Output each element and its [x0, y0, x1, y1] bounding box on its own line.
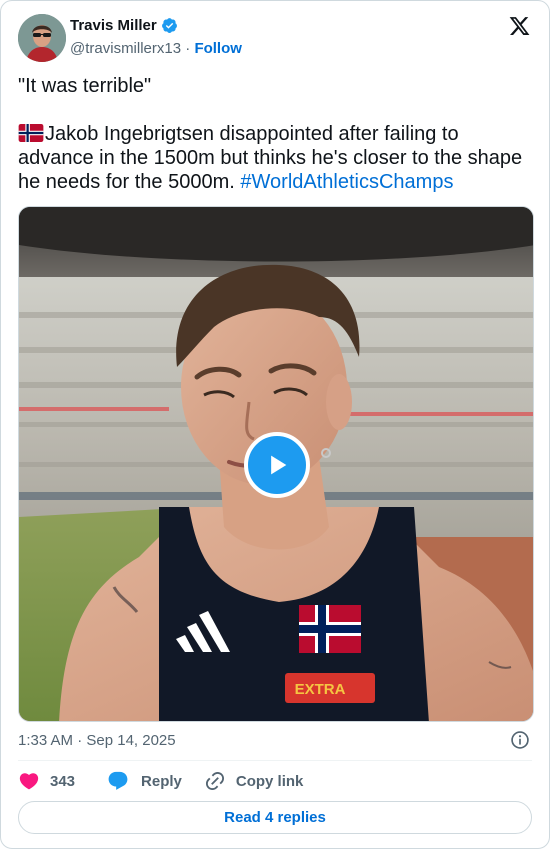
copy-link-button[interactable]: Copy link: [204, 770, 304, 792]
tweet-card: Travis Miller @travismillerx13 · Follow …: [0, 0, 550, 849]
author-handle[interactable]: @travismillerx13: [70, 40, 181, 57]
tweet-text: "It was terrible" Jakob Ingebrigtsen dis…: [18, 74, 530, 194]
info-icon[interactable]: [510, 730, 530, 750]
x-logo-icon[interactable]: [508, 15, 531, 37]
reply-bubble-icon: [108, 771, 128, 790]
hashtag-link[interactable]: #WorldAthleticsChamps: [240, 171, 453, 193]
divider: [18, 760, 532, 761]
author-name-row: Travis Miller: [70, 17, 178, 34]
follow-button[interactable]: Follow: [194, 40, 242, 57]
play-icon: [271, 455, 287, 475]
link-icon: [205, 771, 224, 791]
like-button[interactable]: 343: [18, 770, 75, 792]
video-media[interactable]: EXTRA: [18, 206, 534, 722]
author-handle-row: @travismillerx13 · Follow: [70, 40, 242, 57]
read-replies-button[interactable]: Read 4 replies: [18, 801, 532, 834]
reply-label: Reply: [141, 772, 182, 790]
like-count: 343: [50, 772, 76, 790]
tweet-quote-line: "It was terrible": [18, 75, 152, 97]
tweet-timestamp[interactable]: 1:33 AM · Sep 14, 2025: [18, 732, 176, 749]
sponsor-label: EXTRA: [295, 681, 346, 698]
heart-icon: [19, 773, 39, 790]
verified-badge-icon: [161, 18, 177, 33]
reply-button[interactable]: Reply: [107, 770, 182, 792]
handle-separator: ·: [185, 40, 191, 57]
tweet-body: Jakob Ingebrigtsen disappointed after fa…: [18, 122, 530, 194]
author-name[interactable]: Travis Miller: [70, 17, 157, 34]
avatar[interactable]: [18, 14, 66, 62]
copy-link-label: Copy link: [235, 772, 304, 790]
action-bar: 343 Reply Copy link: [18, 769, 303, 793]
play-button[interactable]: [244, 432, 310, 498]
norway-flag-icon: [18, 124, 44, 142]
